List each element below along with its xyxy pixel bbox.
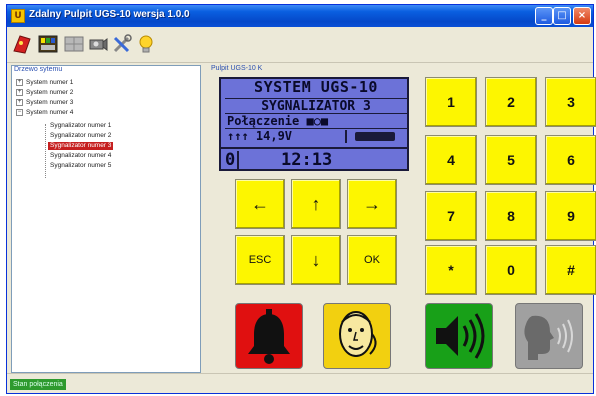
speaker-button[interactable] — [425, 303, 493, 369]
lcd-line-1: SYSTEM UGS-10 — [254, 78, 378, 96]
key-6[interactable]: 6 — [545, 135, 596, 185]
speaker-icon — [436, 313, 485, 359]
key-2[interactable]: 2 — [485, 77, 537, 127]
tree-connector — [45, 124, 46, 178]
key-7[interactable]: 7 — [425, 191, 477, 241]
grid-icon[interactable] — [63, 33, 85, 55]
voice-button[interactable] — [515, 303, 583, 369]
voice-icon — [524, 315, 573, 360]
key-9[interactable]: 9 — [545, 191, 596, 241]
tree-node-label: System numer 1 — [26, 79, 74, 86]
esc-button[interactable]: ESC — [235, 235, 285, 285]
close-button[interactable]: × — [573, 7, 591, 25]
lightbulb-icon[interactable] — [135, 33, 157, 55]
announcer-face-icon — [339, 311, 377, 357]
expand-icon[interactable]: + — [16, 78, 23, 86]
down-arrow-button[interactable]: ↓ — [291, 235, 341, 285]
control-panel: Pulpit UGS-10 K SYSTEM UGS-10 SYGNALIZAT… — [203, 65, 596, 373]
battery-icon — [355, 132, 395, 141]
expand-icon[interactable]: + — [16, 98, 23, 106]
key-5[interactable]: 5 — [485, 135, 537, 185]
lcd-line-5: 0 12:13 — [221, 151, 407, 169]
red-flag-icon[interactable] — [11, 33, 33, 55]
lcd-clock: 12:13 — [281, 150, 333, 170]
announcer-button[interactable] — [323, 303, 391, 369]
tree-child-signaller[interactable]: Sygnalizator numer 2 — [48, 132, 113, 140]
tree-node[interactable]: + System numer 2 — [16, 88, 73, 97]
alarm-bell-button[interactable] — [235, 303, 303, 369]
tree-child-signaller-selected[interactable]: Sygnalizator numer 3 — [48, 142, 114, 150]
key-star[interactable]: * — [425, 245, 477, 295]
window-title: Zdalny Pulpit UGS-10 wersja 1.0.0 — [29, 9, 190, 20]
tree-node[interactable]: + System numer 1 — [16, 78, 73, 87]
maximize-button[interactable]: □ — [553, 7, 571, 25]
camera-icon[interactable] — [87, 33, 109, 55]
tree-header: Drzewo sytemu — [14, 66, 63, 73]
lcd-separator — [345, 130, 347, 143]
lcd-channel: 0 — [225, 150, 236, 170]
lcd-separator — [237, 151, 239, 169]
tree-node[interactable]: − System numer 4 — [16, 108, 73, 117]
tree-node-label: System numer 2 — [26, 89, 74, 96]
panel-icon[interactable] — [37, 33, 59, 55]
lcd-display: SYSTEM UGS-10 SYGNALIZATOR 3 Połączenie … — [219, 77, 409, 171]
app-window: U Zdalny Pulpit UGS-10 wersja 1.0.0 _ □ … — [6, 4, 596, 394]
key-8[interactable]: 8 — [485, 191, 537, 241]
right-arrow-button[interactable]: → — [347, 179, 397, 229]
system-tree[interactable]: Drzewo sytemu + System numer 1 + System nu… — [11, 65, 201, 373]
lcd-separator — [221, 147, 407, 149]
panel-label: Pulpit UGS-10 K — [211, 65, 263, 72]
connection-status: Stan połączenia — [10, 379, 66, 390]
tree-child-signaller[interactable]: Sygnalizator numer 5 — [48, 162, 113, 170]
tree-child-signaller[interactable]: Sygnalizator numer 4 — [48, 152, 113, 160]
lcd-line-3: Połączenie ■○■ — [225, 113, 407, 128]
tools-icon[interactable] — [111, 33, 133, 55]
status-bar: Stan połączenia — [7, 373, 593, 393]
tree-node-label: System numer 3 — [26, 99, 74, 106]
key-4[interactable]: 4 — [425, 135, 477, 185]
lcd-line-2: SYGNALIZATOR 3 — [225, 98, 407, 114]
left-arrow-button[interactable]: ← — [235, 179, 285, 229]
key-hash[interactable]: # — [545, 245, 596, 295]
key-3[interactable]: 3 — [545, 77, 596, 127]
collapse-icon[interactable]: − — [16, 108, 23, 116]
expand-icon[interactable]: + — [16, 88, 23, 96]
tree-node[interactable]: + System numer 3 — [16, 98, 73, 107]
tree-node-label: System numer 4 — [26, 109, 74, 116]
tree-child-signaller[interactable]: Sygnalizator numer 1 — [48, 122, 113, 130]
alarm-bell-icon — [248, 309, 290, 364]
key-1[interactable]: 1 — [425, 77, 477, 127]
app-logo-icon: U — [11, 9, 25, 23]
toolbar — [7, 27, 593, 63]
key-0[interactable]: 0 — [485, 245, 537, 295]
ok-button[interactable]: OK — [347, 235, 397, 285]
title-bar[interactable]: U Zdalny Pulpit UGS-10 wersja 1.0.0 _ □ … — [7, 5, 593, 27]
minimize-button[interactable]: _ — [535, 7, 553, 25]
up-arrow-button[interactable]: ↑ — [291, 179, 341, 229]
